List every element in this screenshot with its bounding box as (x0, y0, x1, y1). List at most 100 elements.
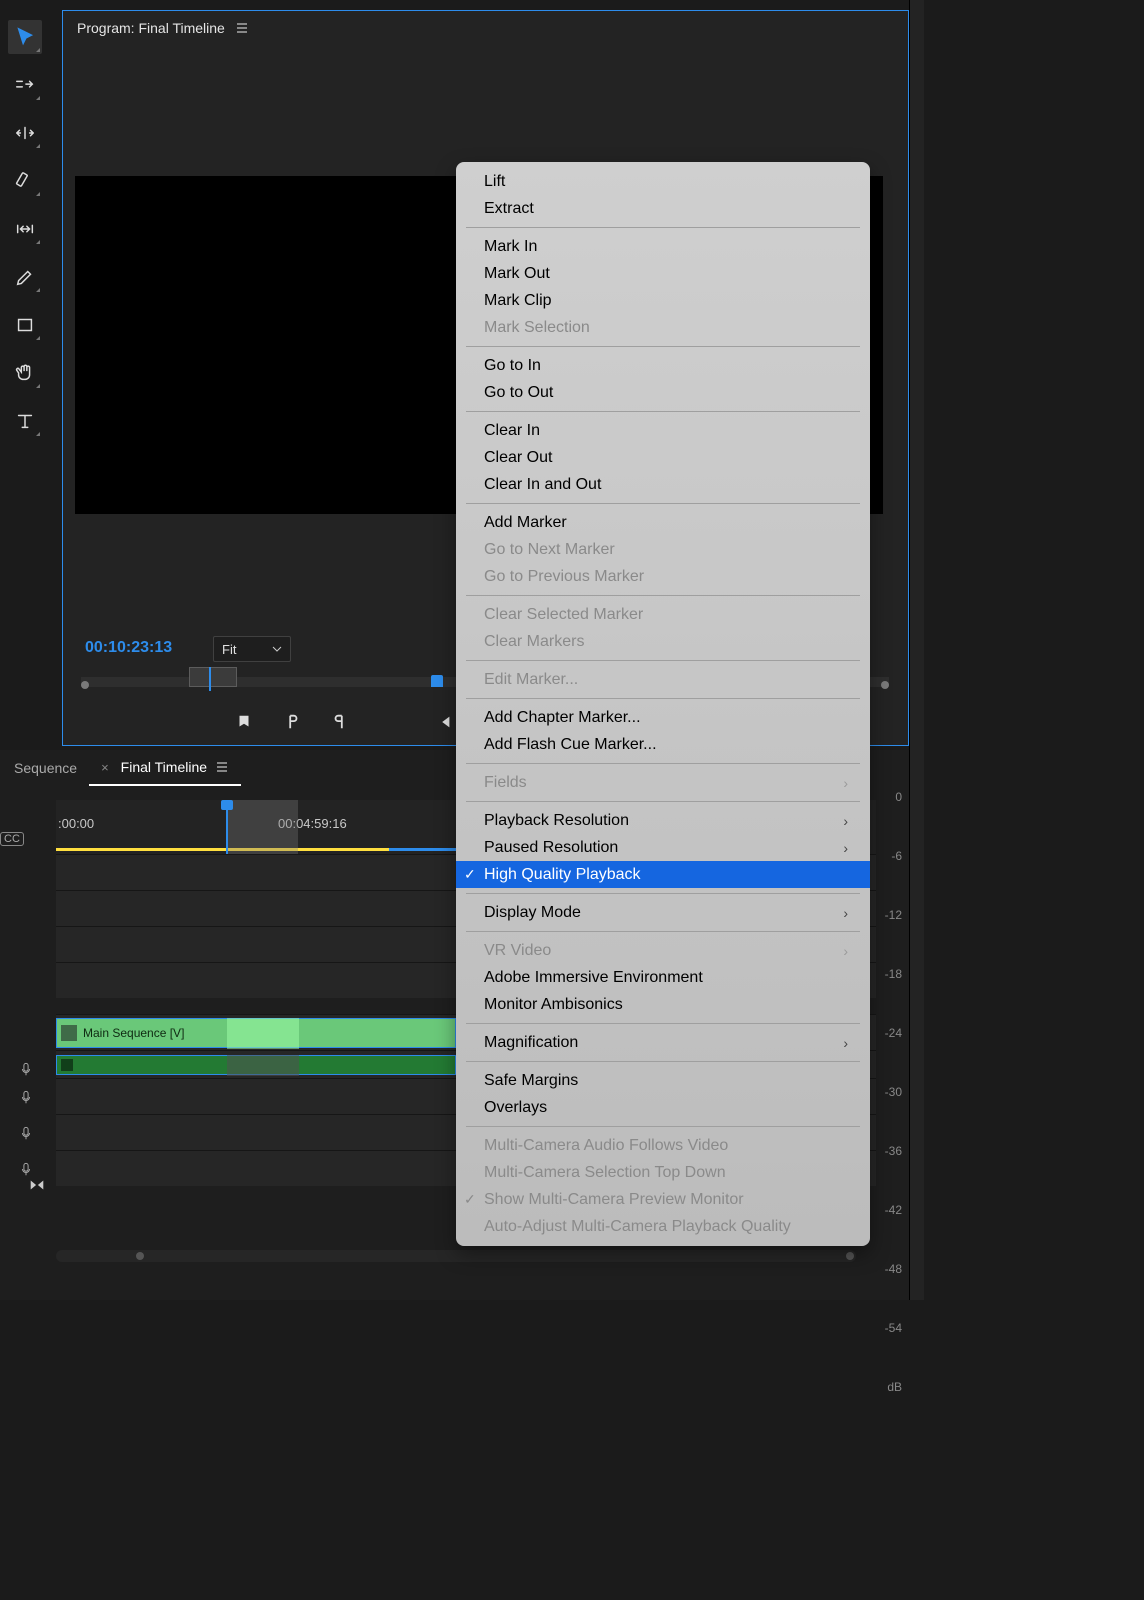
mic-icon[interactable] (0, 1115, 52, 1151)
submenu-arrow-icon: › (843, 775, 848, 791)
menu-item-label: Go to Previous Marker (484, 568, 644, 586)
menu-item[interactable]: Clear Out (456, 444, 870, 471)
context-menu: LiftExtractMark InMark OutMark ClipMark … (456, 162, 870, 1246)
hand-tool[interactable] (8, 356, 42, 390)
tab-label: Sequence (14, 760, 77, 776)
mark-out-button[interactable] (329, 711, 351, 733)
razor-tool[interactable] (8, 164, 42, 198)
menu-item: VR Video› (456, 937, 870, 964)
menu-item-label: Add Marker (484, 514, 567, 532)
zoom-handle-left[interactable] (81, 681, 89, 689)
timeline-playhead[interactable] (226, 800, 228, 854)
timeline-zoom-scrollbar[interactable] (56, 1250, 856, 1262)
menu-item-label: Adobe Immersive Environment (484, 969, 703, 987)
menu-item: Multi-Camera Audio Follows Video (456, 1132, 870, 1159)
menu-item[interactable]: Mark Clip (456, 287, 870, 314)
menu-item[interactable]: Clear In and Out (456, 471, 870, 498)
menu-item[interactable]: High Quality Playback (456, 861, 870, 888)
menu-item[interactable]: Extract (456, 195, 870, 222)
menu-item[interactable]: Add Chapter Marker... (456, 704, 870, 731)
timeline-in-out-range[interactable] (226, 800, 298, 854)
pen-tool[interactable] (8, 260, 42, 294)
add-marker-button[interactable] (233, 711, 255, 733)
meter-label: -54 (862, 1321, 902, 1335)
snap-button[interactable] (28, 1178, 46, 1197)
scrollbar-handle-right[interactable] (846, 1252, 854, 1260)
tab-sequence[interactable]: Sequence (2, 750, 89, 786)
zoom-handle-right[interactable] (881, 681, 889, 689)
menu-item[interactable]: Display Mode › (456, 899, 870, 926)
program-title: Program: Final Timeline (77, 20, 225, 36)
menu-item[interactable]: Playback Resolution› (456, 807, 870, 834)
menu-item[interactable]: Mark Out (456, 260, 870, 287)
program-playhead[interactable] (209, 667, 211, 691)
menu-item: Go to Previous Marker (456, 563, 870, 590)
menu-item[interactable]: Go to Out (456, 379, 870, 406)
menu-item: Edit Marker... (456, 666, 870, 693)
panel-menu-icon[interactable] (215, 760, 229, 774)
rectangle-tool[interactable] (8, 308, 42, 342)
program-in-out-range[interactable] (189, 667, 237, 687)
menu-item-label: Go to Next Marker (484, 541, 615, 559)
scrollbar-handle-left[interactable] (136, 1252, 144, 1260)
audio-clip[interactable] (56, 1055, 456, 1075)
current-timecode[interactable]: 00:10:23:13 (85, 639, 172, 657)
menu-item[interactable]: Overlays (456, 1094, 870, 1121)
menu-separator (466, 1023, 860, 1024)
menu-separator (466, 503, 860, 504)
clip-selection-overlay (227, 1055, 299, 1076)
menu-item: Show Multi-Camera Preview Monitor (456, 1186, 870, 1213)
zoom-dropdown[interactable]: Fit (213, 636, 291, 662)
clip-label: Main Sequence [V] (83, 1026, 184, 1040)
caption-track-badge[interactable]: CC (0, 832, 24, 846)
type-icon (14, 410, 36, 432)
track-select-tool[interactable] (8, 68, 42, 102)
menu-item[interactable]: Clear In (456, 417, 870, 444)
menu-item[interactable]: Add Flash Cue Marker... (456, 731, 870, 758)
panel-menu-icon[interactable] (235, 21, 249, 35)
submenu-arrow-icon: › (843, 943, 848, 959)
menu-item[interactable]: Safe Margins (456, 1067, 870, 1094)
menu-item[interactable]: Go to In (456, 352, 870, 379)
tab-final-timeline[interactable]: × Final Timeline (89, 750, 241, 786)
tab-label: Final Timeline (121, 759, 207, 775)
cursor-icon (14, 26, 36, 48)
menu-item[interactable]: Lift (456, 168, 870, 195)
type-tool[interactable] (8, 404, 42, 438)
menu-item[interactable]: Adobe Immersive Environment (456, 964, 870, 991)
menu-item: Clear Selected Marker (456, 601, 870, 628)
menu-item-label: Add Flash Cue Marker... (484, 736, 657, 754)
menu-item[interactable]: Paused Resolution› (456, 834, 870, 861)
menu-item[interactable]: Magnification› (456, 1029, 870, 1056)
selection-tool[interactable] (8, 20, 42, 54)
video-clip[interactable]: Main Sequence [V] (56, 1018, 456, 1048)
rectangle-icon (14, 314, 36, 336)
menu-item-label: High Quality Playback (484, 866, 641, 884)
menu-item-label: Monitor Ambisonics (484, 996, 623, 1014)
menu-item-label: Mark Out (484, 265, 550, 283)
menu-item[interactable]: Mark In (456, 233, 870, 260)
menu-item-label: Safe Margins (484, 1072, 578, 1090)
menu-separator (466, 1061, 860, 1062)
menu-item-label: Playback Resolution (484, 812, 629, 830)
close-icon[interactable]: × (101, 760, 109, 775)
menu-item-label: Show Multi-Camera Preview Monitor (484, 1191, 744, 1209)
audio-meter (909, 0, 924, 1300)
work-area-bar[interactable] (56, 848, 391, 851)
submenu-arrow-icon: › (843, 905, 848, 921)
menu-separator (466, 893, 860, 894)
mark-in-button[interactable] (281, 711, 303, 733)
clip-selection-overlay (227, 1018, 299, 1049)
go-to-in-button[interactable] (433, 711, 455, 733)
menu-item-label: Mark In (484, 238, 537, 256)
menu-item-label: Add Chapter Marker... (484, 709, 641, 727)
menu-item[interactable]: Add Marker (456, 509, 870, 536)
clip-thumbnail-icon (61, 1059, 73, 1071)
ripple-edit-tool[interactable] (8, 116, 42, 150)
meter-label: dB (862, 1380, 902, 1394)
menu-item-label: Display Mode (484, 904, 581, 922)
program-out-marker[interactable] (431, 675, 443, 687)
mic-icon[interactable] (0, 1079, 52, 1115)
slip-tool[interactable] (8, 212, 42, 246)
menu-item[interactable]: Monitor Ambisonics (456, 991, 870, 1018)
